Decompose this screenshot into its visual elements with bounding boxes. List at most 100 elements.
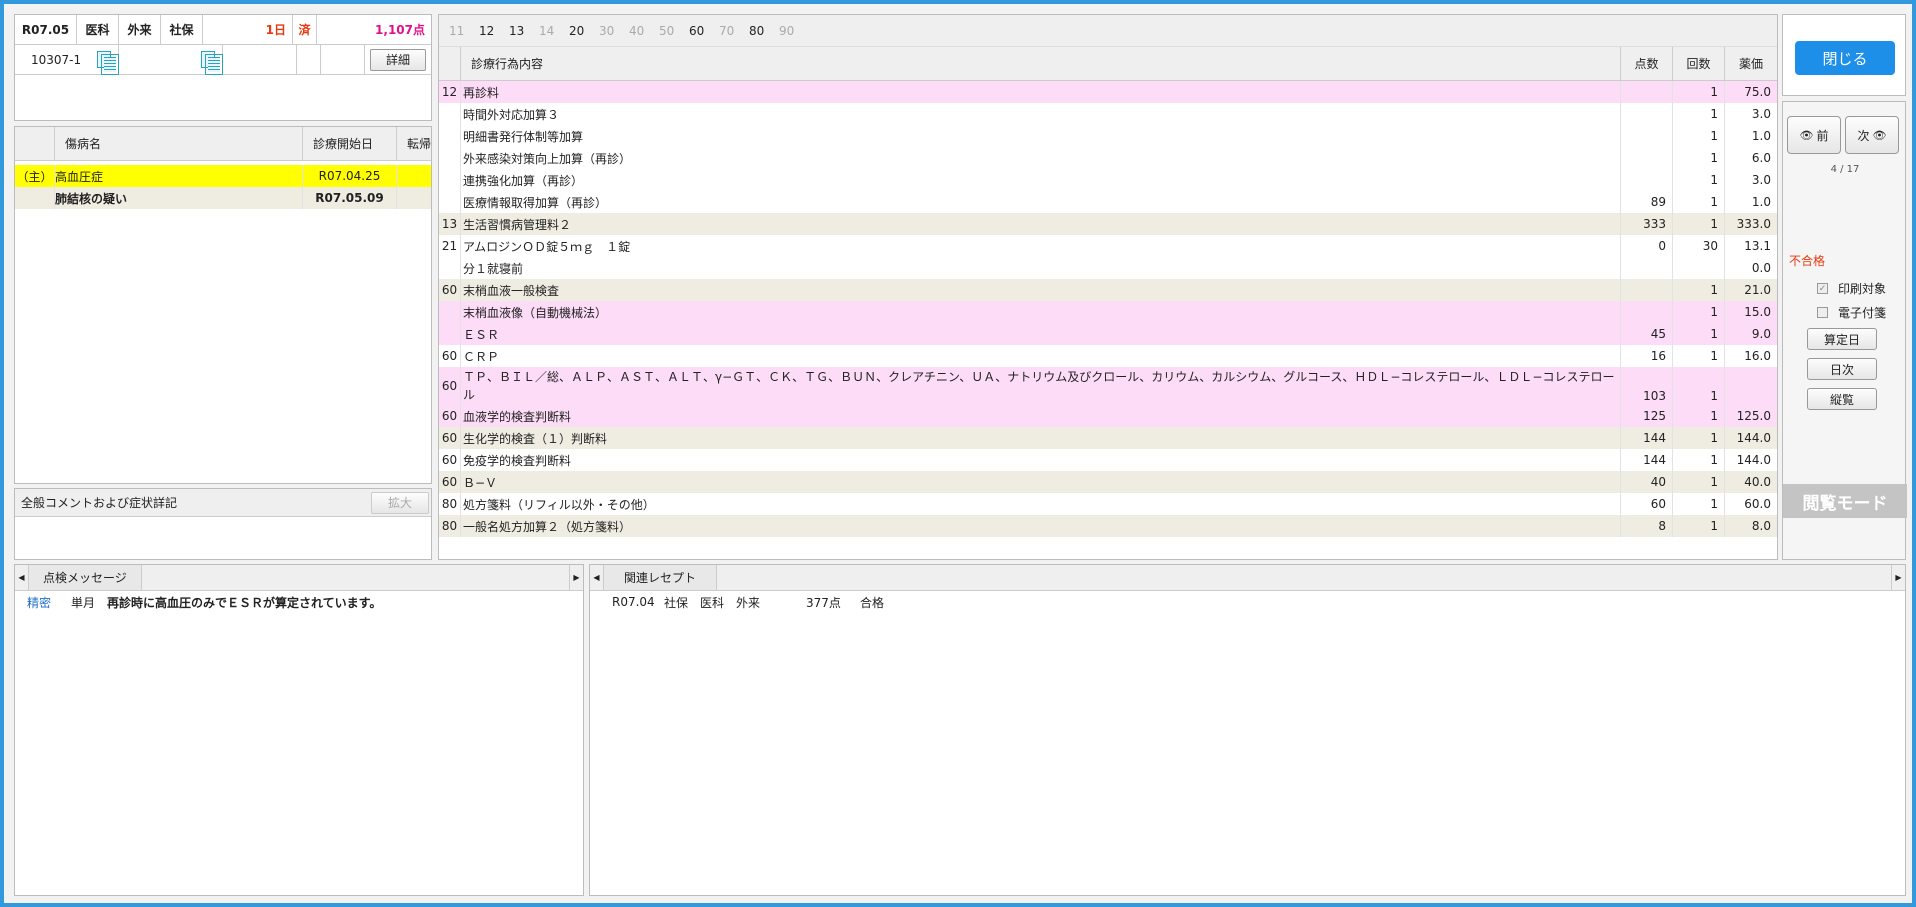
disease-outcome [397,187,431,209]
procedure-count: 1 [1673,191,1725,213]
code-filter-20[interactable]: 20 [569,24,599,38]
total-points: 1,107点 [375,23,425,37]
procedure-row[interactable]: 80 処方箋料（リフィル以外・その他） 60 1 60.0 [439,493,1777,515]
procedure-row[interactable]: 外来感染対策向上加算（再診） 1 6.0 [439,147,1777,169]
detail-button[interactable]: 詳細 [370,48,426,71]
procedure-row[interactable]: 末梢血液像（自動機械法） 1 15.0 [439,301,1777,323]
procedure-count: 1 [1673,213,1725,235]
procedure-drug-price: 21.0 [1744,283,1771,297]
code-filter-30[interactable]: 30 [599,24,629,38]
message-period: 単月 [71,595,96,610]
procedure-count: 1 [1673,81,1725,103]
code-header [439,47,461,80]
expand-button[interactable]: 拡大 [371,491,429,514]
procedure-row[interactable]: 12 再診料 1 75.0 [439,81,1777,103]
procedure-rows: 12 再診料 1 75.0 時間外対応加算３ 1 3.0 明細書発行体制等加算 1 1.0 外来感染… [439,81,1777,537]
done-badge: 済 [293,15,317,44]
daily-button[interactable]: 日次 [1807,358,1877,380]
procedure-count: 1 [1673,515,1725,537]
procedure-row[interactable]: 連携強化加算（再診） 1 3.0 [439,169,1777,191]
procedure-row[interactable]: 13 生活習慣病管理料２ 333 1 333.0 [439,213,1777,235]
procedure-row[interactable]: ＥＳＲ 45 1 9.0 [439,323,1777,345]
prev-button[interactable]: 👁 前 [1787,116,1841,154]
procedure-row[interactable]: 60 免疫学的検査判断料 144 1 144.0 [439,449,1777,471]
scroll-left-icon[interactable]: ◀ [15,565,29,590]
procedure-header: 診療行為内容 点数 回数 薬価 [439,47,1777,81]
disease-outcome [397,165,431,187]
related-points: 377点 [806,595,841,610]
procedure-code: 60 [439,405,461,427]
procedure-code: 60 [439,471,461,493]
procedure-row[interactable]: 60 末梢血液一般検査 1 21.0 [439,279,1777,301]
code-filter-11[interactable]: 11 [449,24,479,38]
tab-related-receipt[interactable]: 関連レセプト [604,565,718,590]
related-item[interactable]: R07.04 社保 医科 外来 377点 合格 [590,591,1905,613]
procedure-points [1621,125,1673,147]
close-button[interactable]: 閉じる [1795,41,1895,75]
code-filter-50[interactable]: 50 [659,24,689,38]
next-button[interactable]: 次 👁 [1845,116,1899,154]
receipt-header: R07.05 医科 外来 社保 1日 済 1,107点 10307-1 詳細 [14,14,432,121]
e-attach-label: 電子付箋 [1838,306,1887,320]
code-filter-13[interactable]: 13 [509,24,539,38]
procedure-drug-price: 144.0 [1736,453,1771,467]
procedure-row[interactable]: 60 血液学的検査判断料 125 1 125.0 [439,405,1777,427]
scroll-right-icon[interactable]: ▶ [1891,565,1905,590]
patient-row: 10307-1 詳細 [15,45,431,75]
procedure-points: 16 [1621,345,1673,367]
procedure-row[interactable]: 60 Ｂ−Ｖ 40 1 40.0 [439,471,1777,493]
disease-list: 傷病名 診療開始日 転帰 （主） 高血圧症 R07.04.25 肺結核の疑い R… [14,126,432,484]
code-filter-80[interactable]: 80 [749,24,779,38]
code-filter-12[interactable]: 12 [479,24,509,38]
tab-check-message[interactable]: 点検メッセージ [29,565,142,590]
start-date-header: 診療開始日 [303,127,397,160]
drug-header: 薬価 [1738,57,1763,71]
scroll-left-icon[interactable]: ◀ [590,565,604,590]
doc-cell [119,45,223,75]
procedure-row[interactable]: 医療情報取得加算（再診） 89 1 1.0 [439,191,1777,213]
procedure-row[interactable]: 明細書発行体制等加算 1 1.0 [439,125,1777,147]
code-filter-60[interactable]: 60 [689,24,719,38]
procedure-name: ＴＰ、ＢＩＬ／総、ＡＬＰ、ＡＳＴ、ＡＬＴ、γ−ＧＴ、ＣＫ、ＴＧ、ＢＵＮ、クレアチ… [461,367,1621,405]
code-filter-90[interactable]: 90 [779,24,809,38]
procedure-name: 血液学的検査判断料 [461,405,1621,427]
eye-icon: 👁 [1799,128,1814,142]
procedure-row[interactable]: 分１就寝前 0.0 [439,257,1777,279]
scroll-right-icon[interactable]: ▶ [569,565,583,590]
procedure-name: 免疫学的検査判断料 [461,449,1621,471]
disease-row[interactable]: （主） 高血圧症 R07.04.25 [15,165,431,187]
procedure-points: 125 [1621,405,1673,427]
procedure-count: 1 [1673,427,1725,449]
procedure-row[interactable]: 21 アムロジンＯＤ錠５ｍｇ １錠 0 30 13.1 [439,235,1777,257]
procedure-row[interactable]: 60 ＣＲＰ 16 1 16.0 [439,345,1777,367]
procedure-name: 一般名処方加算２（処方箋料） [461,515,1621,537]
procedure-row[interactable]: 60 生化学的検査（１）判断料 144 1 144.0 [439,427,1777,449]
message-item[interactable]: 精密 単月 再診時に高血圧のみでＥＳＲが算定されています。 [15,591,583,613]
procedure-name: 生活習慣病管理料２ [461,213,1621,235]
print-target-checkbox[interactable]: ✓ 印刷対象 [1817,280,1886,297]
procedure-drug-price: 6.0 [1751,151,1771,165]
procedure-count: 1 [1673,493,1725,515]
procedure-row[interactable]: 80 一般名処方加算２（処方箋料） 8 1 8.0 [439,515,1777,537]
procedure-code: 60 [439,449,461,471]
procedure-row[interactable]: 60 ＴＰ、ＢＩＬ／総、ＡＬＰ、ＡＳＴ、ＡＬＴ、γ−ＧＴ、ＣＫ、ＴＧ、ＢＵＮ、クレ… [439,367,1777,405]
document-icon[interactable] [200,50,223,75]
document-icon[interactable] [96,50,119,75]
count-header: 回数 [1673,47,1725,80]
procedure-points: 144 [1621,449,1673,471]
e-attach-checkbox[interactable]: 電子付箋 [1817,304,1886,321]
code-filter-40[interactable]: 40 [629,24,659,38]
procedure-row[interactable]: 時間外対応加算３ 1 3.0 [439,103,1777,125]
code-filter-14[interactable]: 14 [539,24,569,38]
procedure-code: 80 [439,515,461,537]
procedure-points [1621,103,1673,125]
comment-textarea[interactable] [15,517,431,557]
code-filter-70[interactable]: 70 [719,24,749,38]
disease-start-date: R07.05.09 [303,187,397,209]
vertical-button[interactable]: 縦覧 [1807,388,1877,410]
procedure-points [1621,81,1673,103]
calc-date-button[interactable]: 算定日 [1807,328,1877,350]
procedure-points [1621,147,1673,169]
disease-row[interactable]: 肺結核の疑い R07.05.09 [15,187,431,209]
related-tabbar: ◀ 関連レセプト ▶ [590,565,1905,591]
